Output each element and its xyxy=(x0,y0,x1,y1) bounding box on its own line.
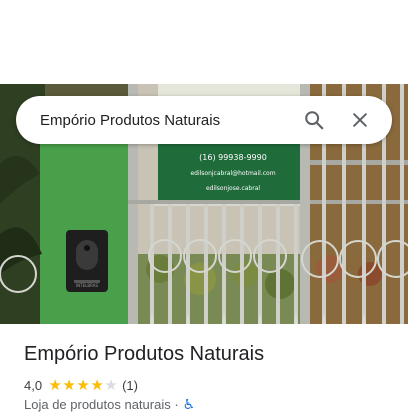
sign-email-text: edilsonjcabral@hotmail.com xyxy=(190,170,275,177)
sign-phone-text: (16) 99938-9990 xyxy=(199,153,267,162)
search-icon xyxy=(305,111,324,130)
close-button[interactable] xyxy=(340,100,380,140)
intercom-brand-text: INTELBRAS xyxy=(76,283,98,288)
sign-instagram-text: edilsonjose.cabral xyxy=(206,185,260,192)
place-category: Loja de produtos naturais · xyxy=(24,397,179,412)
search-button[interactable] xyxy=(294,100,334,140)
star-icon: ★ xyxy=(62,376,76,394)
review-count[interactable]: (1) xyxy=(122,378,138,393)
search-input[interactable]: Empório Produtos Naturais xyxy=(40,112,288,129)
star-icon: ★ xyxy=(90,376,104,394)
star-empty-icon: ★ xyxy=(104,376,118,394)
wheelchair-icon: ♿ xyxy=(182,396,196,412)
rating-row[interactable]: 4,0 ★ ★ ★ ★ ★ (1) xyxy=(24,376,138,394)
place-info-panel[interactable]: Empório Produtos Naturais 4,0 ★ ★ ★ ★ ★ … xyxy=(0,324,408,412)
category-row: Loja de produtos naturais · ♿ xyxy=(24,396,195,413)
close-icon xyxy=(353,113,367,127)
star-icon: ★ xyxy=(76,376,90,394)
map-top-area xyxy=(0,0,408,84)
place-title: Empório Produtos Naturais xyxy=(24,343,265,365)
search-bar[interactable]: Empório Produtos Naturais xyxy=(16,96,392,144)
rating-value: 4,0 xyxy=(24,377,43,393)
star-icon: ★ xyxy=(48,376,62,394)
rating-stars: ★ ★ ★ ★ ★ xyxy=(48,378,118,393)
